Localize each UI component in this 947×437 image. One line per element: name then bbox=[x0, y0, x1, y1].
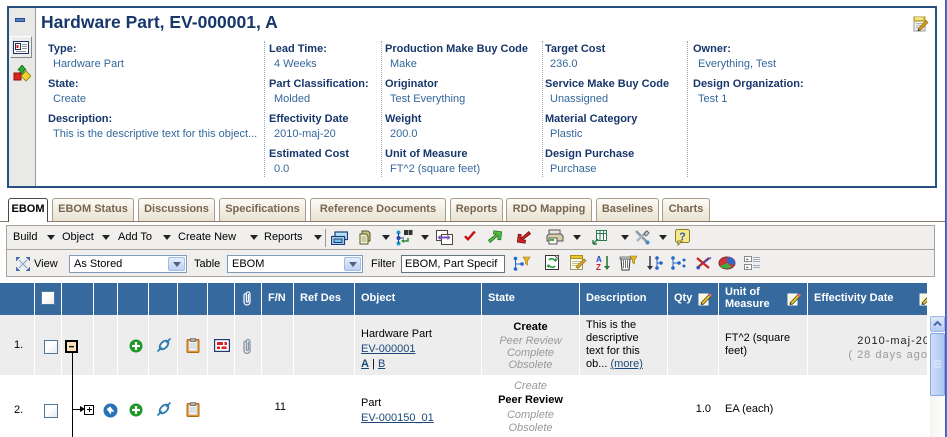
svg-text:+: + bbox=[746, 257, 749, 263]
svg-text:+: + bbox=[746, 265, 749, 271]
svg-text:Z: Z bbox=[596, 263, 601, 271]
svg-text:?: ? bbox=[679, 231, 686, 243]
